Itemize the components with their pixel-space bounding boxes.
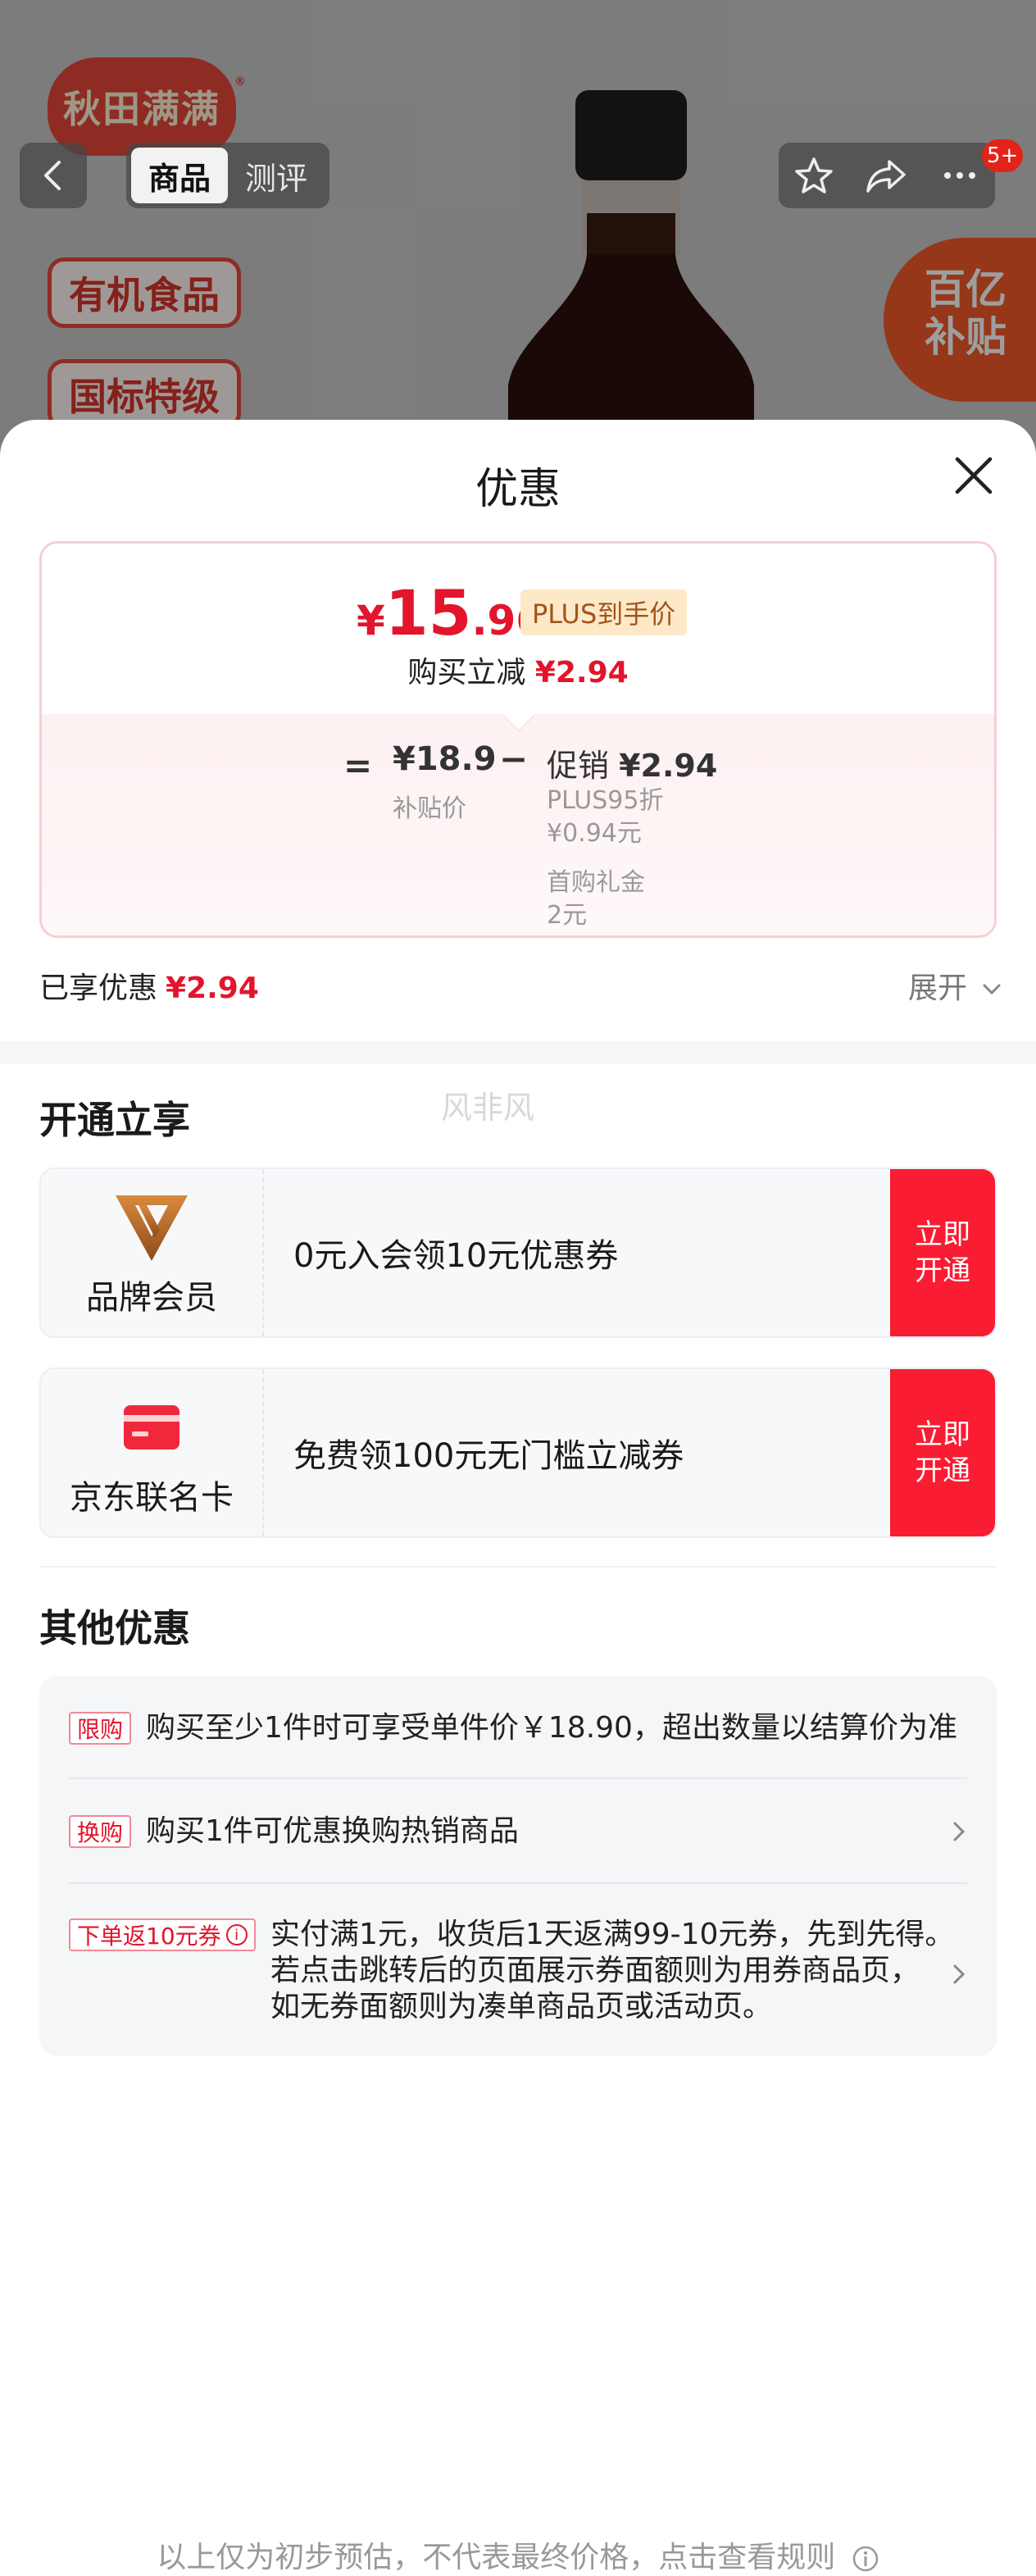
enjoyed-discount: 已享优惠 ¥2.94 [39, 972, 259, 1005]
membership-section-title: 开通立享 [39, 1098, 190, 1142]
discount-sheet: 优惠 ¥15.96 PLUS到手价 购买立减 ¥2.94 = ¥18.9 补贴价… [0, 420, 1036, 2574]
sheet-title: 优惠 [475, 465, 561, 514]
equals-sign: = [343, 745, 373, 785]
close-icon[interactable] [951, 453, 997, 498]
price-card: ¥15.96 PLUS到手价 购买立减 ¥2.94 = ¥18.9 补贴价 − … [39, 541, 997, 938]
subsidy-price-label: 补贴价 [393, 794, 466, 823]
rules-note[interactable]: 以上仅为初步预估，不代表最终价格，点击查看规则 [0, 2533, 1036, 2576]
card-icon [124, 1405, 179, 1450]
message-count-badge: 5+ [982, 139, 1024, 172]
offer-tag: 限购 [69, 1712, 132, 1745]
back-button[interactable] [20, 143, 87, 208]
promo-item-value: ¥0.94元 [547, 819, 642, 848]
minus-sign: − [499, 739, 529, 779]
promo-item-value: 2元 [547, 901, 588, 930]
watermark: 风非风 [441, 1090, 535, 1126]
offer-item-exchange[interactable]: 换购 购买1件可优惠换购热销商品 [69, 1814, 967, 1856]
brand-member-row[interactable]: 品牌会员 0元入会领10元优惠券 立即 开通 [39, 1167, 997, 1338]
tab-review[interactable]: 测评 [228, 148, 325, 203]
other-offers-title: 其他优惠 [39, 1606, 190, 1650]
tab-product[interactable]: 商品 [131, 148, 228, 203]
member-desc: 0元入会领10元优惠券 [293, 1237, 619, 1275]
promo-item-name: PLUS95折 [547, 786, 664, 815]
plus-price-tag: PLUS到手价 [520, 589, 688, 635]
promo-total: 促销 ¥2.94 [547, 748, 718, 784]
final-price: ¥15.96 [357, 576, 545, 649]
open-card-button[interactable]: 立即 开通 [890, 1369, 995, 1536]
subsidy-price: ¥18.9 [393, 740, 497, 778]
member-name: 京东联名卡 [70, 1479, 234, 1517]
nav-tabs: 商品 测评 [126, 143, 329, 208]
offer-text: 购买1件可优惠换购热销商品 [146, 1814, 519, 1848]
chevron-down-icon [983, 984, 1001, 995]
star-icon[interactable] [793, 155, 834, 196]
expand-button[interactable]: 展开 [908, 964, 1002, 1007]
other-offers-list: 限购 购买至少1件时可享受单件价￥18.90，超出数量以结算价为准 换购 购买1… [39, 1676, 997, 2056]
offer-item-coupon-return[interactable]: 下单返10元券 i 实付满1元，收货后1天返满99-10元券，先到先得。 若点击跳… [69, 1918, 967, 2033]
back-icon [44, 161, 61, 190]
more-icon[interactable] [939, 155, 980, 196]
offer-tag: 下单返10元券 i [69, 1918, 256, 1951]
chevron-right-icon [953, 1964, 966, 1984]
nav-actions [779, 143, 995, 208]
brand-v-icon [116, 1195, 188, 1261]
promo-item-name: 首购礼金 [547, 868, 645, 897]
member-desc: 免费领100元无门槛立减券 [293, 1437, 684, 1475]
info-icon[interactable]: i [225, 1924, 248, 1946]
section-separator [0, 1041, 1036, 1064]
dim-overlay[interactable] [0, 0, 1036, 459]
info-icon [852, 2546, 878, 2572]
open-brand-member-button[interactable]: 立即 开通 [890, 1169, 995, 1336]
offer-text: 实付满1元，收货后1天返满99-10元券，先到先得。 若点击跳转后的页面展示券面… [270, 1918, 955, 2023]
share-icon[interactable] [865, 155, 909, 196]
offer-tag: 换购 [69, 1815, 132, 1848]
offer-text: 购买至少1件时可享受单件价￥18.90，超出数量以结算价为准 [146, 1711, 957, 1745]
jd-cobrand-card-row[interactable]: 京东联名卡 免费领100元无门槛立减券 立即 开通 [39, 1368, 997, 1538]
product-backdrop: 秋田满满 ® 有机食品 国标特级 百亿 补贴 商品 测评 5+ [0, 0, 1036, 459]
member-name: 品牌会员 [86, 1279, 217, 1317]
instant-reduction: 购买立减 ¥2.94 [407, 656, 629, 690]
chevron-right-icon [953, 1822, 966, 1841]
